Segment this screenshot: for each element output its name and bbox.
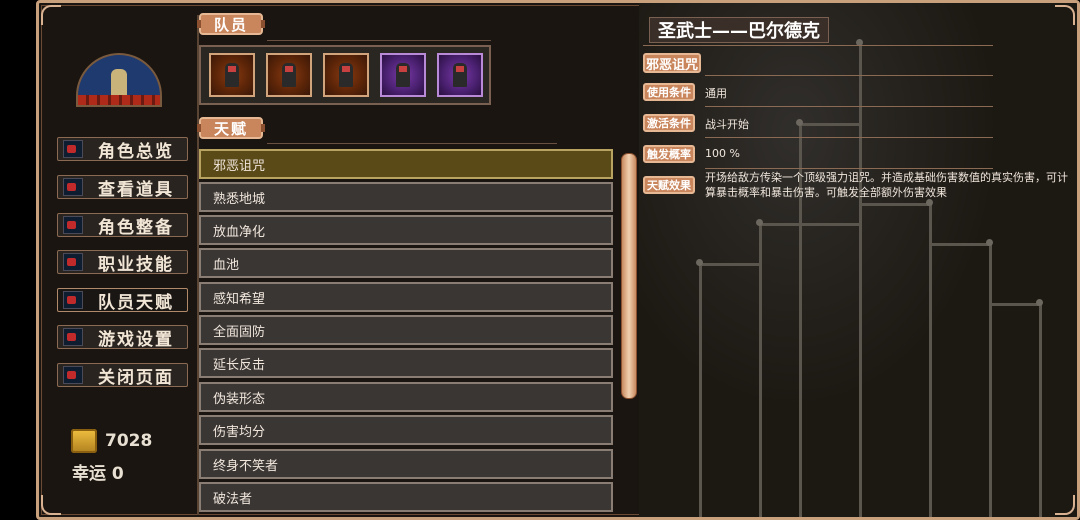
hero-portrait-icon (282, 63, 296, 87)
talent-row[interactable]: 延长反击 (199, 348, 613, 378)
team-member-slot[interactable] (323, 53, 369, 97)
hero-portrait-icon (339, 63, 353, 87)
menu-icon (63, 216, 83, 234)
corner-ornament (41, 495, 61, 515)
character-name: 圣武士——巴尔德克 (649, 17, 829, 43)
use-condition-label: 使用条件 (643, 83, 695, 101)
team-section-tag: 队员 (197, 13, 265, 35)
talent-section-tag: 天赋 (197, 117, 265, 139)
corner-ornament (1055, 495, 1075, 515)
gold-amount: 7028 (105, 431, 153, 451)
activate-condition-value: 战斗开始 (705, 118, 749, 131)
menu-character-prepare[interactable]: 角色整备 (57, 213, 188, 238)
menu-icon (63, 253, 83, 271)
menu-icon (63, 291, 83, 309)
detail-rule (705, 137, 993, 138)
team-member-slot[interactable] (380, 53, 426, 97)
game-window: 角色总览 查看道具 角色整备 职业技能 队员天赋 游戏设置 关闭页面 7028 … (36, 0, 1080, 520)
detail-rule (643, 45, 993, 46)
talent-row[interactable]: 放血净化 (199, 215, 613, 245)
talent-row[interactable]: 感知希望 (199, 282, 613, 312)
menu-icon (63, 328, 83, 346)
section-rule (267, 143, 557, 144)
hero-portrait-icon (225, 63, 239, 87)
trigger-chance-value: 100 % (705, 147, 740, 160)
detail-panel-background (639, 3, 1077, 517)
talent-list[interactable]: 邪恶诅咒 熟悉地城 放血净化 血池 感知希望 全面固防 延长反击 伪装形态 伤害… (199, 147, 613, 517)
menu-view-items[interactable]: 查看道具 (57, 175, 188, 200)
menu-label: 角色总览 (98, 141, 174, 162)
team-member-slot[interactable] (437, 53, 483, 97)
character-portrait (76, 53, 162, 107)
corner-ornament (1055, 5, 1075, 25)
detail-rule (705, 75, 993, 76)
menu-icon (63, 178, 83, 196)
corner-ornament (41, 5, 61, 25)
menu-label: 关闭页面 (98, 367, 174, 388)
use-condition-value: 通用 (705, 87, 727, 100)
gold-counter: 7028 (71, 429, 152, 453)
menu-close-page[interactable]: 关闭页面 (57, 363, 188, 388)
hero-figure-icon (111, 69, 127, 97)
menu-label: 职业技能 (98, 254, 174, 275)
menu-icon (63, 140, 83, 158)
menu-label: 查看道具 (98, 179, 174, 200)
sidebar: 角色总览 查看道具 角色整备 职业技能 队员天赋 游戏设置 关闭页面 7028 … (39, 3, 197, 517)
talent-list-scrollbar[interactable] (621, 153, 637, 399)
menu-character-overview[interactable]: 角色总览 (57, 137, 188, 162)
talent-row[interactable]: 全面固防 (199, 315, 613, 345)
hero-portrait-icon (453, 63, 467, 87)
talent-row[interactable]: 伤害均分 (199, 415, 613, 445)
menu-icon (63, 366, 83, 384)
talent-row[interactable]: 伪装形态 (199, 382, 613, 412)
team-member-slot[interactable] (209, 53, 255, 97)
menu-label: 队员天赋 (98, 292, 174, 313)
team-roster (199, 45, 491, 105)
gold-coins-icon (71, 429, 97, 453)
talent-row[interactable]: 破法者 (199, 482, 613, 512)
menu-member-talents[interactable]: 队员天赋 (57, 288, 188, 313)
menu-game-settings[interactable]: 游戏设置 (57, 325, 188, 350)
detail-rule (705, 106, 993, 107)
talent-effect-label: 天赋效果 (643, 176, 695, 194)
menu-class-skills[interactable]: 职业技能 (57, 250, 188, 275)
section-rule (267, 40, 491, 41)
hero-portrait-icon (396, 63, 410, 87)
talent-effect-value: 开场给敌方传染一个顶级强力诅咒。并造成基础伤害数值的真实伤害，可计算暴击概率和暴… (705, 171, 1068, 199)
talent-row[interactable]: 熟悉地城 (199, 182, 613, 212)
menu-label: 游戏设置 (98, 329, 174, 350)
activate-condition-label: 激活条件 (643, 114, 695, 132)
menu-label: 角色整备 (98, 217, 174, 238)
portrait-base (78, 95, 160, 105)
team-member-slot[interactable] (266, 53, 312, 97)
detail-rule (705, 168, 993, 169)
trigger-chance-label: 触发概率 (643, 145, 695, 163)
luck-value: 幸运 0 (72, 464, 124, 484)
talent-row[interactable]: 血池 (199, 248, 613, 278)
talent-row-selected[interactable]: 邪恶诅咒 (199, 149, 613, 179)
talent-row[interactable]: 终身不笑者 (199, 449, 613, 479)
selected-talent-tag: 邪恶诅咒 (643, 53, 701, 73)
